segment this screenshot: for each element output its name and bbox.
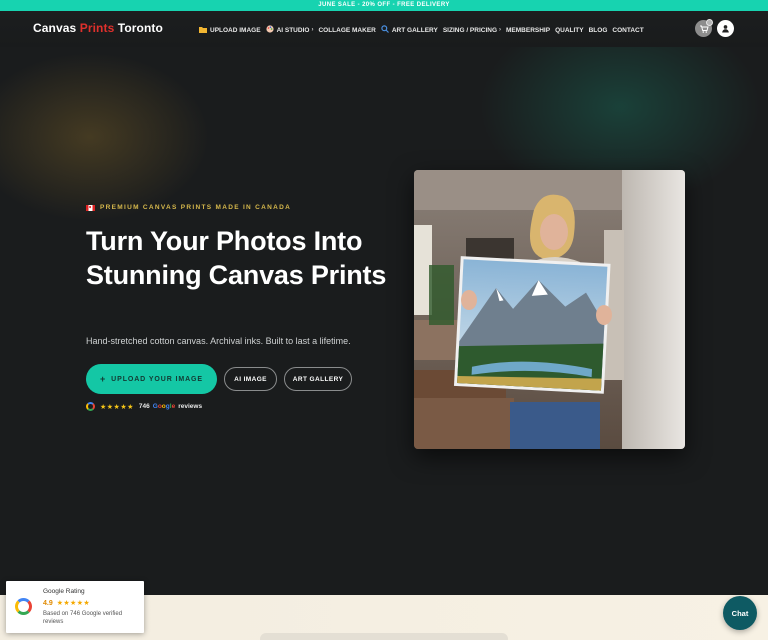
nav-item-label: MEMBERSHIP (506, 26, 551, 34)
upload-your-image-button[interactable]: + UPLOAD YOUR IMAGE (86, 364, 217, 394)
nav-item-quality[interactable]: QUALITY (555, 25, 584, 35)
nav-item-upload-image[interactable]: UPLOAD IMAGE (199, 25, 261, 35)
nav-item-blog[interactable]: BLOG (589, 25, 608, 35)
main-nav: Canvas Prints Toronto UPLOAD IMAGE AI ST… (0, 11, 768, 47)
score-value: 4.9 (43, 600, 53, 607)
hero-eyebrow: PREMIUM CANVAS PRINTS MADE IN CANADA (86, 204, 291, 211)
widget-detail: Based on 746 Google verified reviews (43, 611, 123, 625)
search-icon (381, 25, 389, 35)
nav-item-collage-maker[interactable]: COLLAGE MAKER (318, 25, 375, 35)
chevron-right-icon: › (311, 27, 314, 33)
nav-item-contact[interactable]: CONTACT (612, 25, 643, 35)
nav-item-sizing-pricing[interactable]: SIZING / PRICING › (443, 25, 501, 35)
ai-image-button[interactable]: AI IMAGE (224, 367, 277, 391)
eyebrow-text: PREMIUM CANVAS PRINTS MADE IN CANADA (100, 204, 292, 211)
nav-item-label: AI STUDIO (276, 26, 310, 34)
account-button[interactable] (717, 20, 734, 37)
nav-item-label: QUALITY (555, 26, 584, 34)
google-rating-summary[interactable]: ★★★★★ 746 Google reviews (86, 402, 202, 411)
brand-part-1: Canvas (33, 21, 80, 35)
brand-part-2: Prints (79, 21, 115, 35)
nav-item-ai-studio[interactable]: AI STUDIO › (265, 25, 314, 35)
nav-item-label: SIZING / PRICING (442, 26, 498, 34)
google-icon (15, 598, 32, 615)
widget-stars: ★★★★★ (56, 600, 91, 607)
nav-item-membership[interactable]: MEMBERSHIP (506, 25, 550, 35)
art-gallery-button[interactable]: ART GALLERY (284, 367, 352, 391)
nav-menu: UPLOAD IMAGE AI STUDIO › COLLAGE MAKER A… (199, 25, 649, 35)
nav-item-label: BLOG (588, 26, 608, 34)
hero-photo-woman-holding-canvas (414, 170, 685, 449)
nav-item-label: UPLOAD IMAGE (210, 26, 261, 34)
google-wordmark: Google (152, 403, 176, 410)
widget-score: 4.9 ★★★★★ (43, 599, 90, 607)
nav-item-label: CONTACT (612, 26, 644, 34)
nav-item-art-gallery[interactable]: ART GALLERY (381, 25, 438, 35)
widget-title: Google Rating (43, 588, 85, 595)
chat-button[interactable]: Chat (723, 596, 757, 630)
next-section-badge (260, 633, 508, 640)
button-label: UPLOAD YOUR IMAGE (111, 375, 203, 383)
announcement-bar[interactable]: JUNE SALE - 20% OFF - FREE DELIVERY (0, 0, 768, 11)
hero-subhead: Hand-stretched cotton canvas. Archival i… (86, 336, 351, 346)
plus-icon: + (100, 374, 107, 384)
google-icon (86, 402, 95, 411)
canada-flag-icon (86, 204, 95, 211)
reviews-label: reviews (178, 403, 203, 410)
brand-logo[interactable]: Canvas Prints Toronto (33, 21, 163, 35)
hero-headline: Turn Your Photos Into Stunning Canvas Pr… (86, 226, 387, 290)
review-count: 746 (138, 403, 150, 410)
user-icon (722, 25, 729, 33)
folder-icon (199, 26, 207, 35)
brand-part-3: Toronto (114, 21, 163, 35)
cart-count-badge (706, 19, 713, 26)
nav-item-label: COLLAGE MAKER (318, 26, 376, 34)
chevron-right-icon: › (499, 27, 502, 33)
nav-item-label: ART GALLERY (391, 26, 438, 34)
palette-icon (265, 25, 274, 35)
rating-stars: ★★★★★ (100, 403, 134, 411)
google-rating-widget[interactable]: Google Rating 4.9 ★★★★★ Based on 746 Goo… (6, 581, 144, 633)
